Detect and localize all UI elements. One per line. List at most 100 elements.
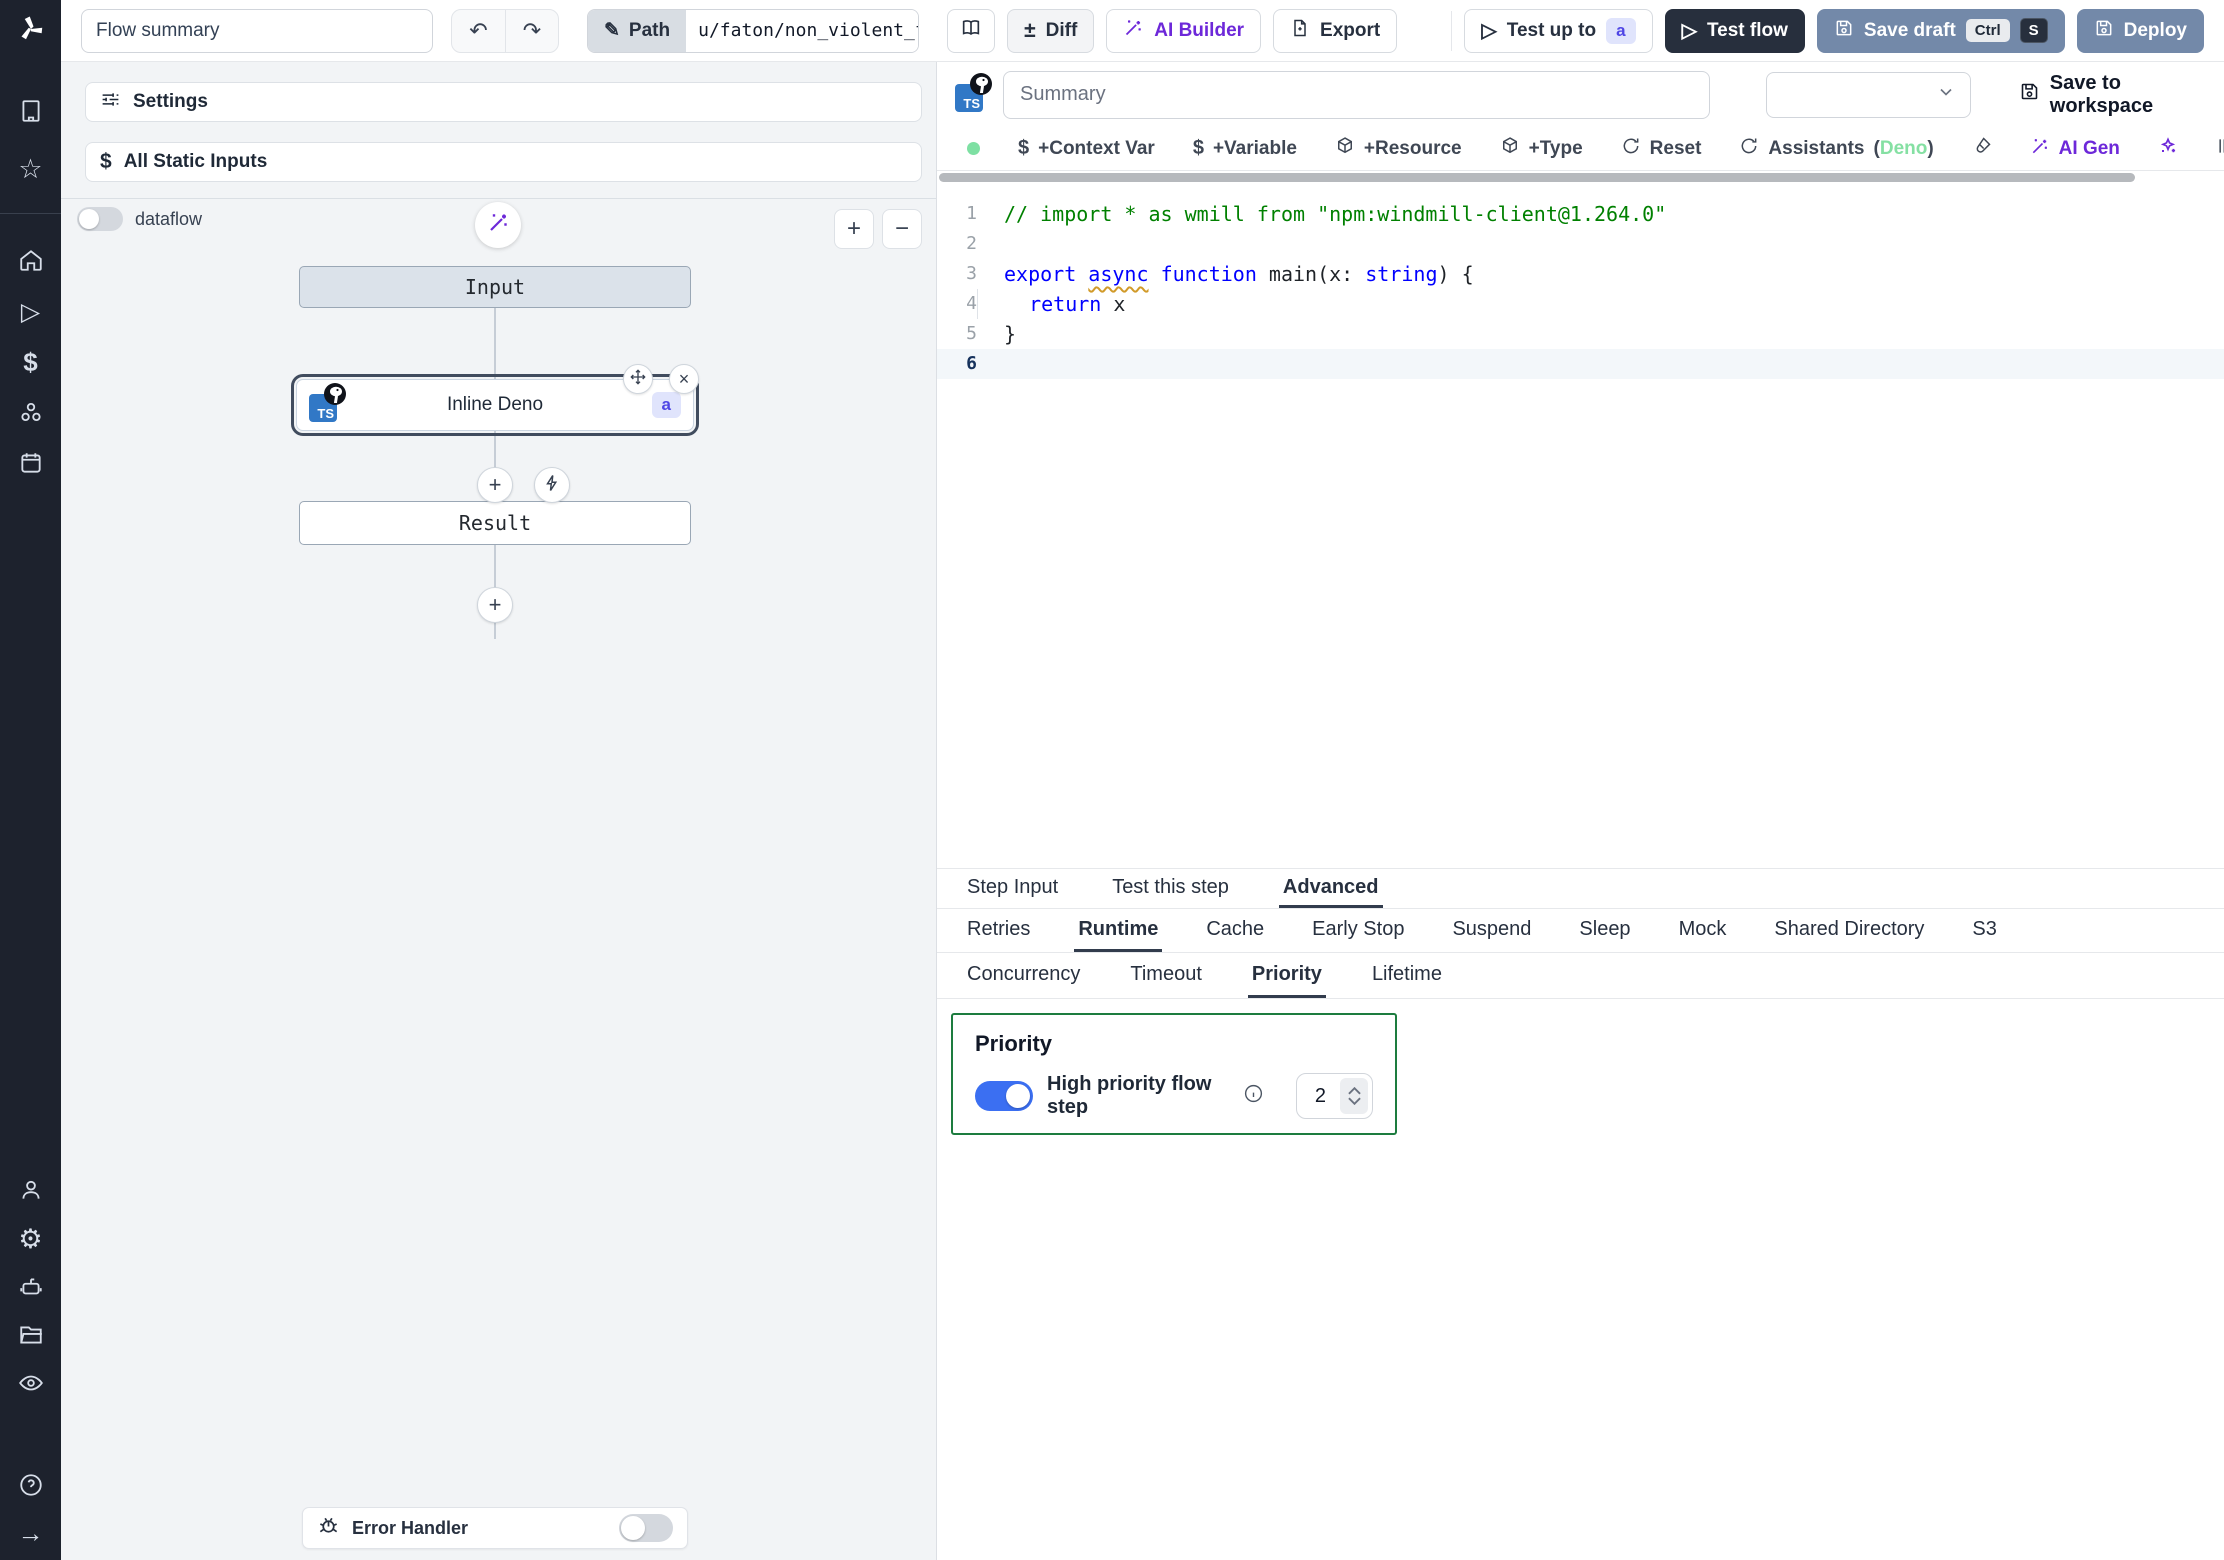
test-flow-button[interactable]: ▷ Test flow xyxy=(1665,9,1805,53)
error-handler-card[interactable]: Error Handler xyxy=(302,1507,688,1549)
user-icon[interactable] xyxy=(0,1177,61,1203)
format-brush-button[interactable] xyxy=(1972,136,1992,162)
docs-book-button[interactable] xyxy=(947,9,995,53)
calendar-icon[interactable] xyxy=(0,450,61,476)
redo-button[interactable]: ↷ xyxy=(505,10,558,52)
folder-icon[interactable] xyxy=(0,1322,61,1348)
play-icon[interactable]: ▷ xyxy=(0,297,61,327)
export-button[interactable]: Export xyxy=(1273,9,1397,53)
all-static-inputs-button[interactable]: $ All Static Inputs xyxy=(85,142,922,182)
priority-title: Priority xyxy=(975,1031,1373,1057)
add-step-button-top[interactable]: + xyxy=(477,467,513,503)
library-button[interactable]: Library xyxy=(2216,136,2224,162)
tab-cache[interactable]: Cache xyxy=(1202,909,1268,952)
zoom-out-button[interactable]: − xyxy=(882,209,922,249)
sparkles-icon-button[interactable] xyxy=(2158,136,2178,162)
inline-deno-node[interactable]: TS Inline Deno a × xyxy=(296,379,694,431)
kbd-s: S xyxy=(2020,18,2048,43)
add-variable-button[interactable]: $ +Variable xyxy=(1193,137,1297,160)
deploy-button[interactable]: Deploy xyxy=(2077,9,2204,53)
input-node[interactable]: Input xyxy=(299,266,691,308)
undo-redo-group: ↶ ↷ xyxy=(451,9,559,53)
editor-scrollbar[interactable] xyxy=(939,173,2135,182)
dollar-icon[interactable]: $ xyxy=(0,347,61,378)
arrow-right-icon[interactable]: → xyxy=(0,1518,61,1549)
flow-panel: Settings $ All Static Inputs dataflow + … xyxy=(61,62,936,1560)
gear-icon[interactable]: ⚙ xyxy=(0,1224,61,1255)
dataflow-toggle[interactable] xyxy=(77,207,123,231)
tab-runtime[interactable]: Runtime xyxy=(1074,909,1162,952)
code-line-active: 6 xyxy=(937,349,2224,379)
delete-step-button[interactable]: × xyxy=(669,364,699,394)
star-icon[interactable]: ☆ xyxy=(0,154,61,185)
tab-mock[interactable]: Mock xyxy=(1675,909,1731,952)
test-up-to-button[interactable]: ▷ Test up to a xyxy=(1464,9,1652,53)
tab-advanced[interactable]: Advanced xyxy=(1279,869,1383,908)
tab-s3[interactable]: S3 xyxy=(1968,909,2000,952)
high-priority-toggle[interactable] xyxy=(975,1081,1033,1111)
path-value[interactable]: u/faton/non_violent_flc xyxy=(686,10,918,52)
topbar-divider xyxy=(1451,11,1452,51)
sparkles-icon xyxy=(2158,136,2178,162)
help-icon[interactable] xyxy=(0,1472,61,1498)
move-step-button[interactable] xyxy=(623,364,653,394)
number-stepper[interactable] xyxy=(1340,1078,1368,1114)
robot-icon[interactable] xyxy=(0,1274,61,1300)
app-sidebar: ☆ ▷ $ ⚙ → xyxy=(0,0,61,1560)
hub-icon[interactable] xyxy=(0,399,61,425)
windmill-logo-icon[interactable] xyxy=(0,14,61,44)
diff-label: Diff xyxy=(1046,20,1078,42)
ai-builder-button[interactable]: AI Builder xyxy=(1106,9,1261,53)
trigger-bolt-button[interactable] xyxy=(534,467,570,503)
tab-step-input[interactable]: Step Input xyxy=(963,869,1062,908)
path-group[interactable]: ✎ Path u/faton/non_violent_flc xyxy=(587,9,919,53)
workspace-script-select[interactable] xyxy=(1766,72,1971,118)
eye-icon[interactable] xyxy=(0,1370,61,1396)
dollar-icon: $ xyxy=(100,150,112,174)
advanced-tabs: Retries Runtime Cache Early Stop Suspend… xyxy=(937,909,2224,953)
bug-icon xyxy=(317,1514,340,1542)
building-icon[interactable] xyxy=(0,98,61,124)
pencil-icon: ✎ xyxy=(604,19,620,42)
tab-shared-directory[interactable]: Shared Directory xyxy=(1770,909,1928,952)
ai-flow-wand-button[interactable] xyxy=(475,202,521,248)
tab-sleep[interactable]: Sleep xyxy=(1575,909,1634,952)
home-icon[interactable] xyxy=(0,247,61,273)
tab-concurrency[interactable]: Concurrency xyxy=(963,953,1084,998)
add-context-var-button[interactable]: $ +Context Var xyxy=(1018,137,1155,160)
zoom-in-button[interactable]: + xyxy=(834,209,874,249)
diff-button[interactable]: ± Diff xyxy=(1007,9,1094,53)
tab-early-stop[interactable]: Early Stop xyxy=(1308,909,1408,952)
result-node[interactable]: Result xyxy=(299,501,691,545)
reset-button[interactable]: Reset xyxy=(1621,136,1702,162)
info-icon[interactable] xyxy=(1243,1083,1264,1109)
tab-timeout[interactable]: Timeout xyxy=(1126,953,1206,998)
topbar: ↶ ↷ ✎ Path u/faton/non_violent_flc ± Dif… xyxy=(61,0,2224,62)
error-handler-toggle[interactable] xyxy=(619,1514,673,1542)
undo-button[interactable]: ↶ xyxy=(452,10,505,52)
save-to-workspace-label: Save to workspace xyxy=(2050,72,2224,118)
tab-suspend[interactable]: Suspend xyxy=(1448,909,1535,952)
test-flow-label: Test flow xyxy=(1707,20,1788,42)
tab-priority[interactable]: Priority xyxy=(1248,953,1326,998)
tab-retries[interactable]: Retries xyxy=(963,909,1034,952)
code-editor[interactable]: 1 // import * as wmill from "npm:windmil… xyxy=(937,171,2224,868)
tab-lifetime[interactable]: Lifetime xyxy=(1368,953,1446,998)
add-type-button[interactable]: +Type xyxy=(1500,136,1583,162)
add-step-button-bottom[interactable]: + xyxy=(477,587,513,623)
add-resource-button[interactable]: +Resource xyxy=(1335,136,1462,162)
save-to-workspace-button[interactable]: Save to workspace xyxy=(2019,72,2224,118)
tab-test-this-step[interactable]: Test this step xyxy=(1108,869,1233,908)
assistants-button[interactable]: Assistants (Deno) xyxy=(1739,136,1933,162)
flow-summary-input[interactable] xyxy=(81,9,433,53)
runtime-tabs: Concurrency Timeout Priority Lifetime xyxy=(937,953,2224,999)
path-label: Path xyxy=(629,20,670,42)
save-draft-button[interactable]: Save draft Ctrl S xyxy=(1817,9,2065,53)
flow-settings-button[interactable]: Settings xyxy=(85,82,922,122)
sliders-icon xyxy=(100,89,121,116)
ai-gen-button[interactable]: AI Gen xyxy=(2030,136,2120,162)
step-summary-input[interactable] xyxy=(1003,71,1710,119)
dollar-icon: $ xyxy=(1018,137,1029,160)
ai-builder-label: AI Builder xyxy=(1154,20,1244,42)
priority-number-input[interactable]: 2 xyxy=(1296,1073,1373,1119)
